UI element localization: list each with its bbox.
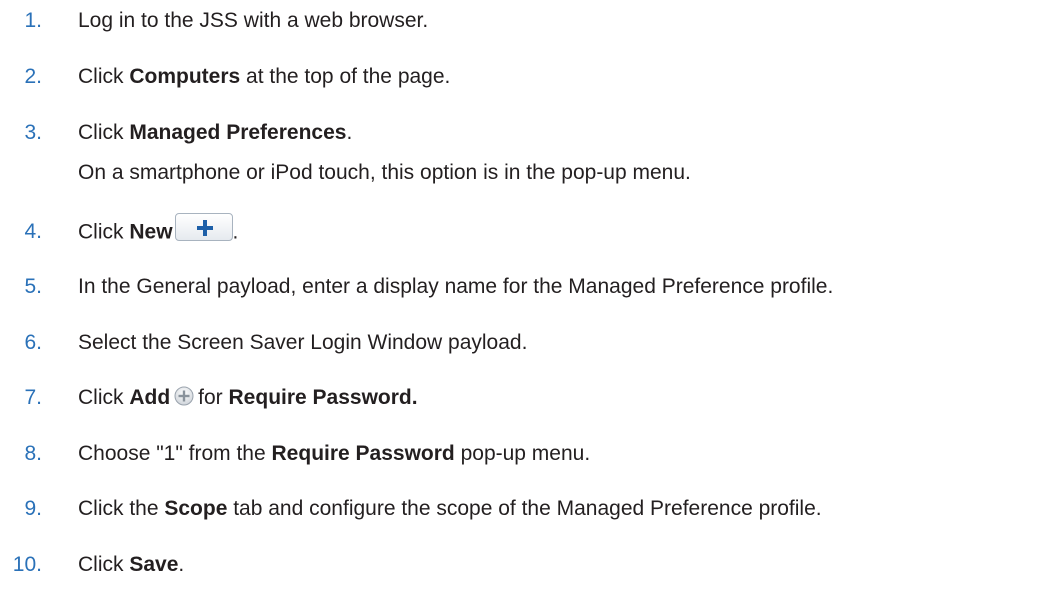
step-text: Click Add for Require Password. bbox=[78, 386, 418, 409]
scope-label: Scope bbox=[164, 497, 228, 520]
computers-label: Computers bbox=[129, 65, 241, 88]
step-text: In the General payload, enter a display … bbox=[78, 275, 834, 298]
new-button[interactable] bbox=[174, 213, 233, 241]
step-number: 4. bbox=[24, 220, 42, 243]
step-number: 9. bbox=[24, 497, 42, 520]
step-number: 6. bbox=[24, 331, 42, 354]
save-label: Save bbox=[129, 553, 179, 576]
procedure-steps: 1. Log in to the JSS with a web browser.… bbox=[0, 0, 1058, 611]
step-number: 3. bbox=[24, 121, 42, 144]
step-note: On a smartphone or iPod touch, this opti… bbox=[78, 161, 691, 184]
step-number: 8. bbox=[24, 442, 42, 465]
step-number: 1. bbox=[24, 9, 42, 32]
step-text: Select the Screen Saver Login Window pay… bbox=[78, 331, 528, 354]
step-text: Click Save. bbox=[78, 553, 185, 576]
step-text: Click Computers at the top of the page. bbox=[78, 65, 451, 88]
step-text: Click New. bbox=[78, 213, 238, 247]
step-number: 2. bbox=[24, 65, 42, 88]
add-label: Add bbox=[129, 386, 171, 409]
plus-icon bbox=[196, 220, 213, 236]
step-number: 5. bbox=[24, 275, 42, 298]
step-text: Log in to the JSS with a web browser. bbox=[78, 9, 429, 32]
step-number: 10. bbox=[12, 553, 42, 576]
step-number: 7. bbox=[24, 386, 42, 409]
step-text: Choose "1" from the Require Password pop… bbox=[78, 442, 591, 465]
new-label: New bbox=[129, 220, 173, 244]
step-text: Click the Scope tab and configure the sc… bbox=[78, 497, 822, 520]
require-password-label: Require Password bbox=[271, 442, 455, 465]
managed-preferences-label: Managed Preferences bbox=[129, 121, 347, 144]
require-password-label: Require Password. bbox=[228, 386, 418, 409]
plus-circle-icon[interactable] bbox=[174, 386, 194, 406]
step-text: Click Managed Preferences. bbox=[78, 121, 353, 144]
